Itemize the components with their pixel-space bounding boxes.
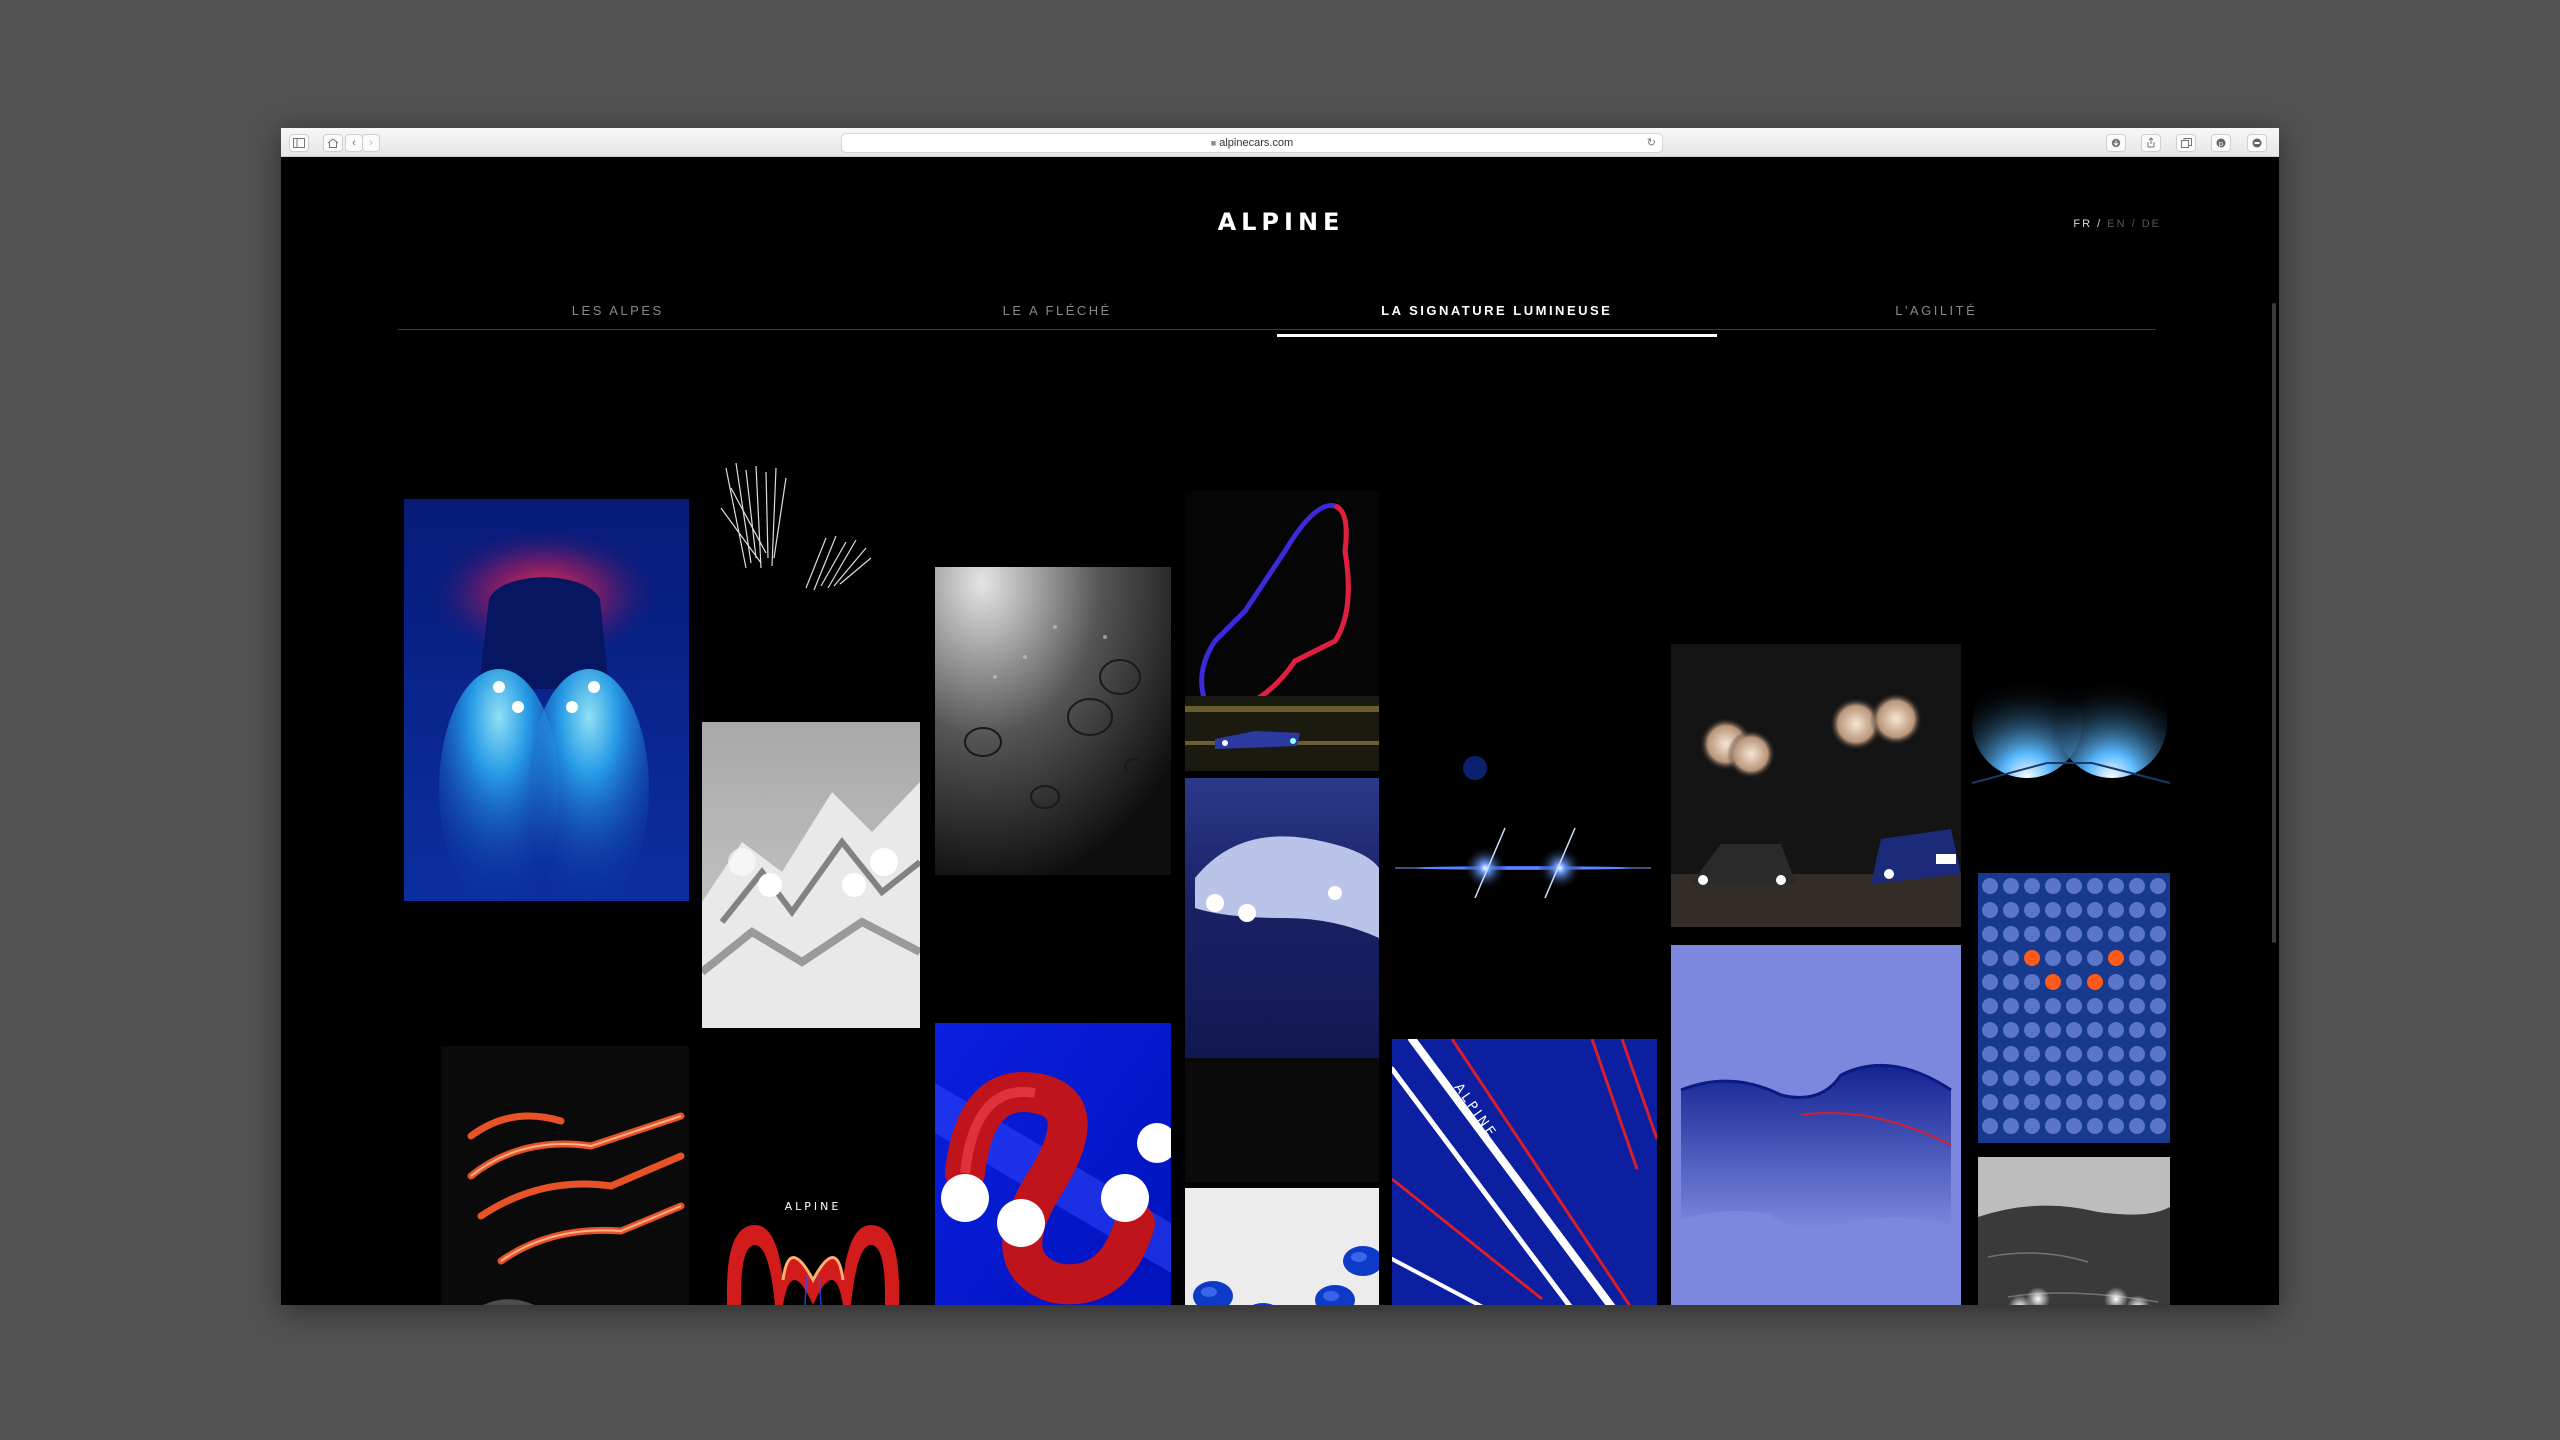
moodboard-image-snowy-mountain[interactable] (702, 722, 920, 1028)
svg-text:p: p (2219, 140, 2224, 148)
tab-l-agilite[interactable]: L'AGILITÉ (1717, 300, 2157, 329)
scrollbar[interactable] (2272, 303, 2276, 943)
pinterest-icon: p (2216, 138, 2226, 148)
moodboard-image-water-drops[interactable] (935, 567, 1171, 875)
extension-button[interactable] (2247, 134, 2267, 152)
moodboard-image-dot-grid[interactable] (1978, 873, 2170, 1143)
home-icon (327, 138, 339, 148)
moodboard-image-blue-beams[interactable] (1972, 653, 2170, 793)
url-text: alpinecars.com (1219, 137, 1294, 149)
section-nav: LES ALPES LE A FLÉCHÉ LA SIGNATURE LUMIN… (398, 300, 2157, 337)
moodboard-image-light-trails[interactable] (441, 1046, 689, 1305)
tabs-button[interactable] (2176, 134, 2196, 152)
alpine-logo[interactable]: ALPINE (1181, 208, 1381, 236)
reload-icon[interactable]: ↻ (1647, 134, 1656, 152)
moodboard-image-headlights[interactable] (404, 499, 689, 901)
poster-logo-text: ALPINE (785, 1200, 842, 1213)
share-button[interactable] (2141, 134, 2161, 152)
lang-separator: / (2097, 218, 2103, 230)
moodboard-image-diagonal-poster[interactable]: ALPINE (1392, 1039, 1657, 1305)
lang-en-link[interactable]: EN (2107, 218, 2126, 230)
moodboard-image-line-sketch[interactable] (706, 458, 894, 598)
tab-la-signature-lumineuse[interactable]: LA SIGNATURE LUMINEUSE (1277, 300, 1717, 337)
moodboard-image-lens-flare[interactable] (1395, 708, 1651, 898)
moodboard-image-circuit-race[interactable] (1185, 491, 1379, 771)
tab-les-alpes[interactable]: LES ALPES (398, 300, 838, 329)
download-button[interactable] (2106, 134, 2126, 152)
address-bar[interactable]: ■ alpinecars.com ↻ (841, 133, 1663, 153)
forward-button[interactable]: › (362, 134, 380, 152)
moodboard-image-night-racecars[interactable] (1671, 644, 1961, 927)
back-button[interactable]: ‹ (345, 134, 363, 152)
browser-toolbar: ‹ › ■ alpinecars.com ↻ p (281, 128, 2279, 157)
lang-de-link[interactable]: DE (2142, 218, 2161, 230)
moodboard-image-red-tube[interactable] (935, 1023, 1171, 1305)
moodboard-image-alpine-poster[interactable]: ALPINE (717, 1185, 910, 1305)
lang-fr-link[interactable]: FR (2073, 218, 2092, 230)
lang-separator: / (2131, 218, 2137, 230)
tabs-icon (2180, 138, 2192, 148)
sidebar-toggle-button[interactable] (289, 134, 309, 152)
extension-icon (2252, 138, 2262, 148)
tab-le-a-fleche[interactable]: LE A FLÉCHÉ (838, 300, 1278, 329)
back-icon: ‹ (352, 137, 356, 149)
browser-window: ‹ › ■ alpinecars.com ↻ p ALPINE FR / EN /… (281, 128, 2279, 1305)
home-button[interactable] (323, 134, 343, 152)
lock-icon: ■ (1210, 138, 1217, 148)
sidebar-icon (293, 138, 305, 148)
pinterest-button[interactable]: p (2211, 134, 2231, 152)
share-icon (2147, 137, 2155, 148)
forward-icon: › (369, 137, 373, 149)
moodboard-image-blue-puddle[interactable] (1185, 778, 1379, 1182)
moodboard-image-lake-lights[interactable] (1978, 1157, 2170, 1305)
download-icon (2111, 138, 2121, 148)
moodboard-image-periwinkle-wave[interactable] (1671, 945, 1961, 1305)
moodboard-image-blue-paint-drops[interactable] (1185, 1188, 1379, 1305)
language-switcher: FR / EN / DE (2073, 218, 2161, 230)
